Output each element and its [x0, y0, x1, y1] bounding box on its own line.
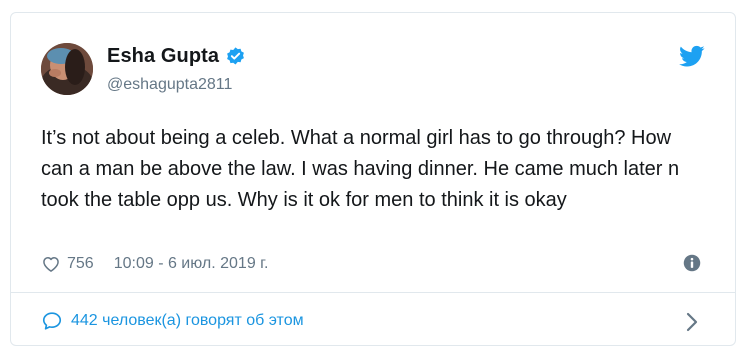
- tweet-text: It’s not about being a celeb. What a nor…: [41, 127, 680, 211]
- twitter-bird-icon[interactable]: [679, 43, 705, 69]
- tweet-timestamp[interactable]: 10:09 - 6 июл. 2019 г.: [114, 255, 269, 273]
- heart-icon[interactable]: [41, 254, 61, 274]
- avatar-image: [41, 43, 93, 95]
- author-name-row[interactable]: Esha Gupta: [107, 45, 246, 68]
- chevron-right-icon[interactable]: [683, 311, 701, 333]
- conversation-count-label[interactable]: 442 человек(а) говорят об этом: [71, 312, 304, 330]
- tweet-card: Esha Gupta @eshagupta2811 It’s not about…: [10, 12, 736, 346]
- like-count[interactable]: 756: [67, 255, 94, 273]
- speech-bubble-icon: [42, 312, 62, 330]
- avatar[interactable]: [41, 43, 93, 95]
- divider: [11, 292, 735, 293]
- author-handle[interactable]: @eshagupta2811: [107, 76, 232, 94]
- tweet-meta-row: 756 10:09 - 6 июл. 2019 г.: [41, 253, 268, 275]
- info-icon[interactable]: [683, 254, 701, 272]
- verified-badge-icon: [227, 47, 245, 65]
- conversation-link[interactable]: 442 человек(а) говорят об этом: [41, 310, 304, 332]
- author-display-name[interactable]: Esha Gupta: [107, 45, 219, 68]
